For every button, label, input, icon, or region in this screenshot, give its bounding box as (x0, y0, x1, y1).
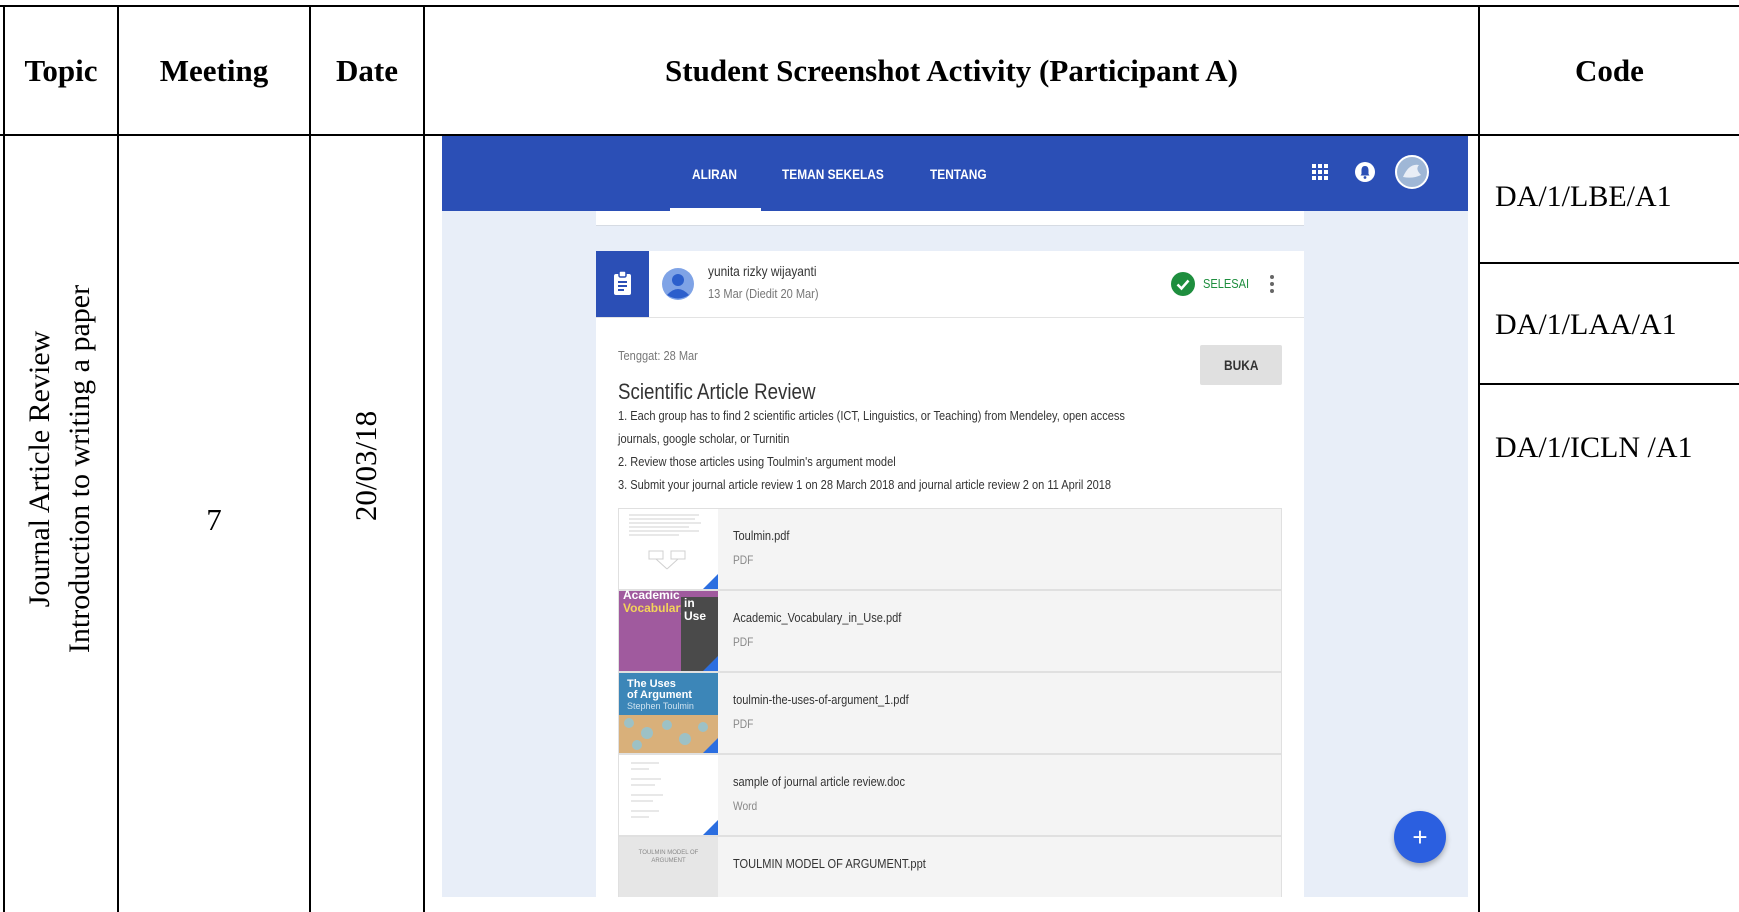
document-thumbnail: The Uses of Argument Stephen Toulmin (619, 673, 718, 753)
thumbnail-pattern (619, 715, 718, 753)
open-button-label: BUKA (1223, 357, 1259, 373)
attachment-type: PDF (733, 717, 754, 731)
more-vert-icon[interactable] (1269, 274, 1275, 294)
attachment-type: PDF (733, 553, 754, 567)
instruction-line-1: 1. Each group has to find 2 scientific a… (618, 408, 1125, 423)
date-value: 20/03/18 (348, 410, 383, 522)
header-meeting: Meeting (159, 52, 269, 88)
assignment-badge (596, 251, 649, 317)
instruction-line-2: journals, google scholar, or Turnitin (618, 431, 790, 446)
topic-cell: Journal Article Review Introduction to w… (20, 269, 100, 669)
author-avatar-icon (662, 268, 694, 300)
tab-teman-sekelas[interactable]: TEMAN SEKELAS (782, 136, 884, 211)
open-button[interactable]: BUKA (1200, 345, 1282, 385)
author-name[interactable]: yunita rizky wijayanti (708, 263, 816, 279)
document-thumbnail (619, 755, 718, 835)
header-topic: Topic (24, 52, 98, 88)
card-header: yunita rizky wijayanti 13 Mar (Diedit 20… (596, 251, 1304, 318)
add-fab-button[interactable]: + (1394, 811, 1446, 863)
attachment-item[interactable]: sample of journal article review.doc Wor… (618, 754, 1282, 836)
thumbnail-title: TOULMIN MODEL OF ARGUMENT (638, 850, 699, 864)
attachment-item[interactable]: Academic Vocabulary in Use Academic_Voca… (618, 589, 1282, 672)
avatar[interactable] (1395, 155, 1429, 189)
instruction-line-4: 3. Submit your journal article review 1 … (618, 477, 1112, 492)
classroom-screenshot: ALIRAN TEMAN SEKELAS TENTANG yunita rizk… (442, 136, 1468, 897)
attachment-name: TOULMIN MODEL OF ARGUMENT.ppt (733, 856, 926, 871)
topic-line-2: Introduction to writing a paper (63, 284, 96, 654)
col-divider-3 (423, 5, 425, 912)
document-thumbnail: Academic Vocabulary in Use (619, 589, 718, 671)
code-3: DA/1/ICLN /A1 (1495, 431, 1693, 464)
instruction-line-3: 2. Review those articles using Toulmin's… (618, 454, 896, 469)
code-divider-1 (1478, 262, 1739, 264)
table-border-left (3, 5, 5, 912)
col-divider-1 (117, 5, 119, 912)
attachment-item[interactable]: Toulmin.pdf PDF (618, 508, 1282, 590)
tab-tentang[interactable]: TENTANG (930, 136, 987, 211)
topic-line-1: Journal Article Review (23, 330, 56, 608)
top-app-bar: ALIRAN TEMAN SEKELAS TENTANG (442, 136, 1468, 211)
previous-card-edge (596, 211, 1304, 226)
due-date: Tenggat: 28 Mar (618, 348, 698, 363)
meeting-value: 7 (206, 502, 222, 537)
code-1: DA/1/LBE/A1 (1495, 180, 1672, 213)
thumbnail-preview (631, 762, 718, 835)
attachment-item[interactable]: The Uses of Argument Stephen Toulmin tou… (618, 672, 1282, 754)
document-thumbnail: TOULMIN MODEL OF ARGUMENT (619, 837, 718, 897)
tab-aliran[interactable]: ALIRAN (692, 136, 737, 211)
attachment-name: toulmin-the-uses-of-argument_1.pdf (733, 692, 909, 707)
assignment-card: yunita rizky wijayanti 13 Mar (Diedit 20… (596, 251, 1304, 897)
code-divider-2 (1478, 383, 1739, 385)
attachment-type: PDF (733, 635, 754, 649)
code-2: DA/1/LAA/A1 (1495, 308, 1677, 341)
attachment-type: Word (733, 799, 758, 813)
header-date: Date (336, 52, 398, 88)
post-date: 13 Mar (Diedit 20 Mar) (708, 286, 819, 301)
attachment-name: Toulmin.pdf (733, 528, 790, 543)
col-divider-4 (1478, 5, 1480, 912)
assignment-title: Scientific Article Review (618, 379, 816, 404)
plus-icon: + (1412, 822, 1428, 852)
attachment-name: Academic_Vocabulary_in_Use.pdf (733, 610, 902, 625)
header-code: Code (1575, 52, 1644, 88)
thumbnail-preview (629, 514, 718, 589)
header-activity: Student Screenshot Activity (Participant… (665, 52, 1238, 88)
document-thumbnail (619, 509, 718, 589)
check-circle-icon (1171, 272, 1195, 296)
assignment-icon (614, 271, 631, 295)
col-divider-2 (309, 5, 311, 912)
apps-grid-icon[interactable] (1312, 164, 1328, 180)
thumbnail-corner (703, 656, 718, 671)
status-badge: SELESAI (1203, 276, 1250, 291)
attachment-item[interactable]: TOULMIN MODEL OF ARGUMENT TOULMIN MODEL … (618, 836, 1282, 897)
attachment-name: sample of journal article review.doc (733, 774, 905, 789)
notifications-icon[interactable] (1354, 161, 1376, 183)
